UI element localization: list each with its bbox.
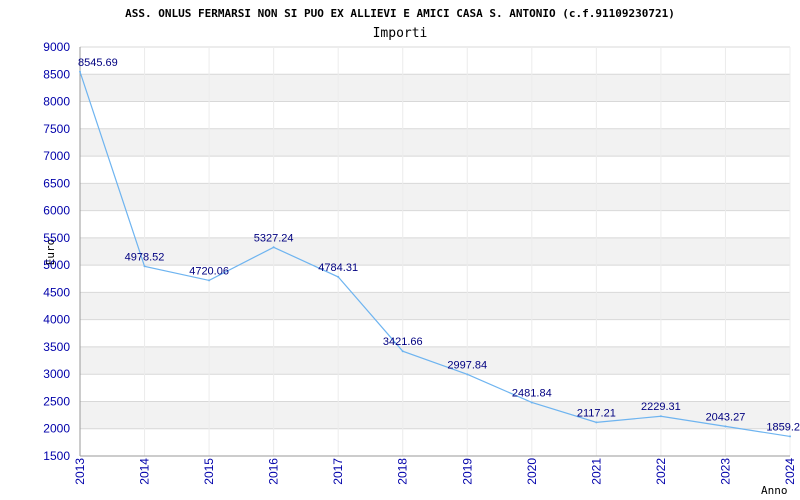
x-tick-label: 2023: [718, 458, 732, 485]
data-label: 3421.66: [383, 336, 423, 348]
data-point: [789, 435, 791, 438]
data-point: [595, 421, 598, 424]
y-tick-label: 5500: [43, 231, 70, 245]
grid-bands: [80, 74, 790, 429]
data-point: [466, 373, 469, 376]
grid-band: [80, 128, 790, 157]
y-tick-label: 7000: [43, 149, 70, 163]
x-axis-label: Anno: [761, 484, 788, 497]
x-tick-label: 2021: [589, 458, 603, 485]
data-point: [337, 275, 340, 278]
x-tick-label: 2020: [525, 458, 539, 485]
x-tick-label: 2018: [396, 458, 410, 485]
x-tick-labels: 2013 2014 2015 2016 2017 2018 2019 2020 2021 2022…: [73, 458, 797, 485]
data-label: 2997.84: [447, 359, 487, 371]
data-label: 4978.52: [125, 251, 165, 263]
line-chart: ASS. ONLUS FERMARSI NON SI PUO EX ALLIEV…: [43, 7, 800, 497]
y-tick-label: 4500: [43, 285, 70, 299]
y-tick-label: 3500: [43, 340, 70, 354]
data-label: 2117.21: [577, 407, 616, 419]
data-label: 2481.84: [512, 387, 552, 399]
data-point: [143, 265, 146, 268]
data-point: [79, 70, 81, 73]
data-label: 4720.06: [189, 265, 229, 277]
data-point: [208, 279, 211, 282]
chart-title: ASS. ONLUS FERMARSI NON SI PUO EX ALLIEV…: [125, 7, 675, 20]
data-point: [401, 350, 404, 353]
x-tick-label: 2024: [783, 458, 797, 485]
y-tick-label: 2500: [43, 394, 70, 408]
data-point: [530, 401, 533, 404]
y-tick-label: 6000: [43, 204, 70, 218]
grid-band: [80, 346, 790, 375]
y-tick-label: 3000: [43, 367, 70, 381]
data-point: [272, 246, 275, 249]
x-tick-label: 2013: [73, 458, 87, 485]
data-label: 8545.69: [78, 57, 118, 69]
y-tick-label: 2000: [43, 422, 70, 436]
data-label: 2043.27: [706, 411, 746, 423]
y-tick-label: 8000: [43, 95, 70, 109]
x-tick-label: 2014: [138, 458, 152, 485]
y-tick-label: 1500: [43, 449, 70, 463]
y-tick-label: 4000: [43, 313, 70, 327]
chart-subtitle: Importi: [373, 26, 428, 41]
y-tick-label: 5000: [43, 258, 70, 272]
x-tick-label: 2022: [654, 458, 668, 485]
grid-band: [80, 292, 790, 320]
grid-band: [80, 237, 790, 266]
grid-band: [80, 74, 790, 102]
data-label: 4784.31: [318, 262, 358, 274]
y-tick-label: 6500: [43, 176, 70, 190]
y-tick-label: 8500: [43, 67, 70, 81]
data-point: [724, 425, 727, 428]
grid-band: [80, 401, 790, 429]
grid-band: [80, 183, 790, 211]
x-tick-label: 2016: [267, 458, 281, 485]
y-tick-label: 9000: [43, 40, 70, 54]
y-tick-label: 7500: [43, 122, 70, 136]
x-tick-label: 2015: [202, 458, 216, 485]
data-label: 2229.31: [641, 401, 681, 413]
x-tick-label: 2017: [331, 458, 345, 485]
x-tick-label: 2019: [460, 458, 474, 485]
data-point: [659, 415, 662, 418]
data-label: 5327.24: [254, 232, 294, 244]
data-label: 1859.2: [766, 421, 800, 433]
